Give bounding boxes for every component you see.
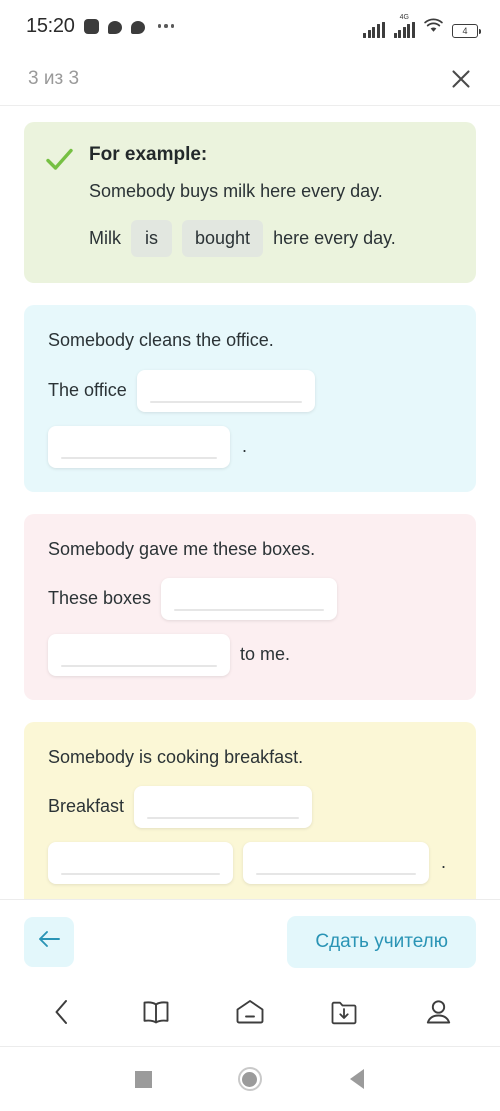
folder-download-icon [330,1000,358,1030]
question-card-3: Somebody is cooking breakfast. Breakfast… [24,721,476,899]
app-screen: 15:20 4G 4 3 из 3 For example: Somebody … [0,0,500,1111]
question-3-period: . [441,852,447,873]
system-home[interactable] [228,1057,272,1101]
signal-bars-4g-icon: 4G [393,14,415,38]
checkmark-icon [46,148,73,257]
example-body: For example: Somebody buys milk here eve… [89,144,452,258]
close-icon[interactable] [446,64,476,94]
question-3-blank-2[interactable] [48,841,233,884]
example-prompt: Somebody buys milk here every day. [89,181,383,201]
chat-bubble-icon [107,20,122,34]
nav-library[interactable] [132,993,180,1037]
question-card-2: Somebody gave me these boxes. These boxe… [24,513,476,700]
previous-question-button[interactable] [24,916,74,967]
exercise-content[interactable]: For example: Somebody buys milk here eve… [0,106,500,899]
example-answer-line: Milk is bought here every day. [89,220,452,258]
exercise-header: 3 из 3 [0,52,500,106]
person-icon [425,999,452,1030]
question-2-prompt: Somebody gave me these boxes. [48,538,316,559]
system-back[interactable] [335,1057,379,1101]
submit-to-teacher-button[interactable]: Сдать учителю [287,915,476,968]
example-card: For example: Somebody buys milk here eve… [24,122,476,284]
app-bottom-nav [0,983,500,1047]
app-square-icon [83,18,99,34]
battery-icon: 4 [452,24,481,38]
action-bar: Сдать учителю [0,899,500,983]
question-3-answer-row-2: . [48,841,452,884]
network-type-label: 4G [399,14,409,21]
triangle-back-icon [349,1069,364,1089]
question-1-prefix: The office [48,379,127,400]
question-2-blank-1[interactable] [161,577,338,620]
chevron-left-icon [54,999,69,1030]
question-1-answer-row-1: The office [48,369,452,412]
status-bar: 15:20 4G 4 [0,0,500,52]
example-answer-prefix: Milk [89,228,121,249]
question-1-period: . [242,435,248,456]
system-nav-bar [0,1047,500,1111]
question-2-blank-2[interactable] [48,633,230,676]
battery-level: 4 [462,25,468,36]
status-time: 15:20 [26,14,75,37]
circle-home-icon [237,1067,262,1091]
chat-bubble-icon-2 [130,20,145,34]
book-icon [142,1000,170,1029]
question-3-answer-row-1: Breakfast [48,785,452,828]
status-bar-right: 4G 4 [363,14,481,38]
example-filled-word-2: bought [182,220,264,258]
question-3-prefix: Breakfast [48,796,125,817]
example-title: For example: [89,144,208,165]
question-2-suffix: to me. [240,643,291,664]
question-1-answer-row-2: . [48,425,452,468]
wifi-icon [424,18,443,38]
example-answer-suffix: here every day. [273,228,396,249]
question-1-blank-1[interactable] [136,369,315,412]
question-2-answer-row-1: These boxes [48,577,452,620]
nav-back[interactable] [37,993,85,1037]
nav-downloads[interactable] [320,993,368,1037]
question-2-prefix: These boxes [48,587,152,608]
question-3-blank-1[interactable] [134,785,313,828]
square-recents-icon [134,1070,152,1088]
nav-home[interactable] [226,993,274,1037]
status-bar-left: 15:20 [26,14,175,38]
question-card-1: Somebody cleans the office. The office . [24,305,476,492]
more-dots-icon [157,24,175,28]
home-icon [235,999,265,1030]
system-recents[interactable] [121,1057,165,1101]
question-3-blank-3[interactable] [243,841,429,884]
arrow-left-icon [37,930,61,953]
progress-counter: 3 из 3 [28,67,80,89]
question-3-prompt: Somebody is cooking breakfast. [48,746,304,767]
nav-profile[interactable] [415,993,463,1037]
question-1-prompt: Somebody cleans the office. [48,330,274,351]
question-2-answer-row-2: to me. [48,633,452,676]
question-1-blank-2[interactable] [48,425,230,468]
example-filled-word-1: is [131,220,172,258]
signal-bars-icon [363,22,385,38]
